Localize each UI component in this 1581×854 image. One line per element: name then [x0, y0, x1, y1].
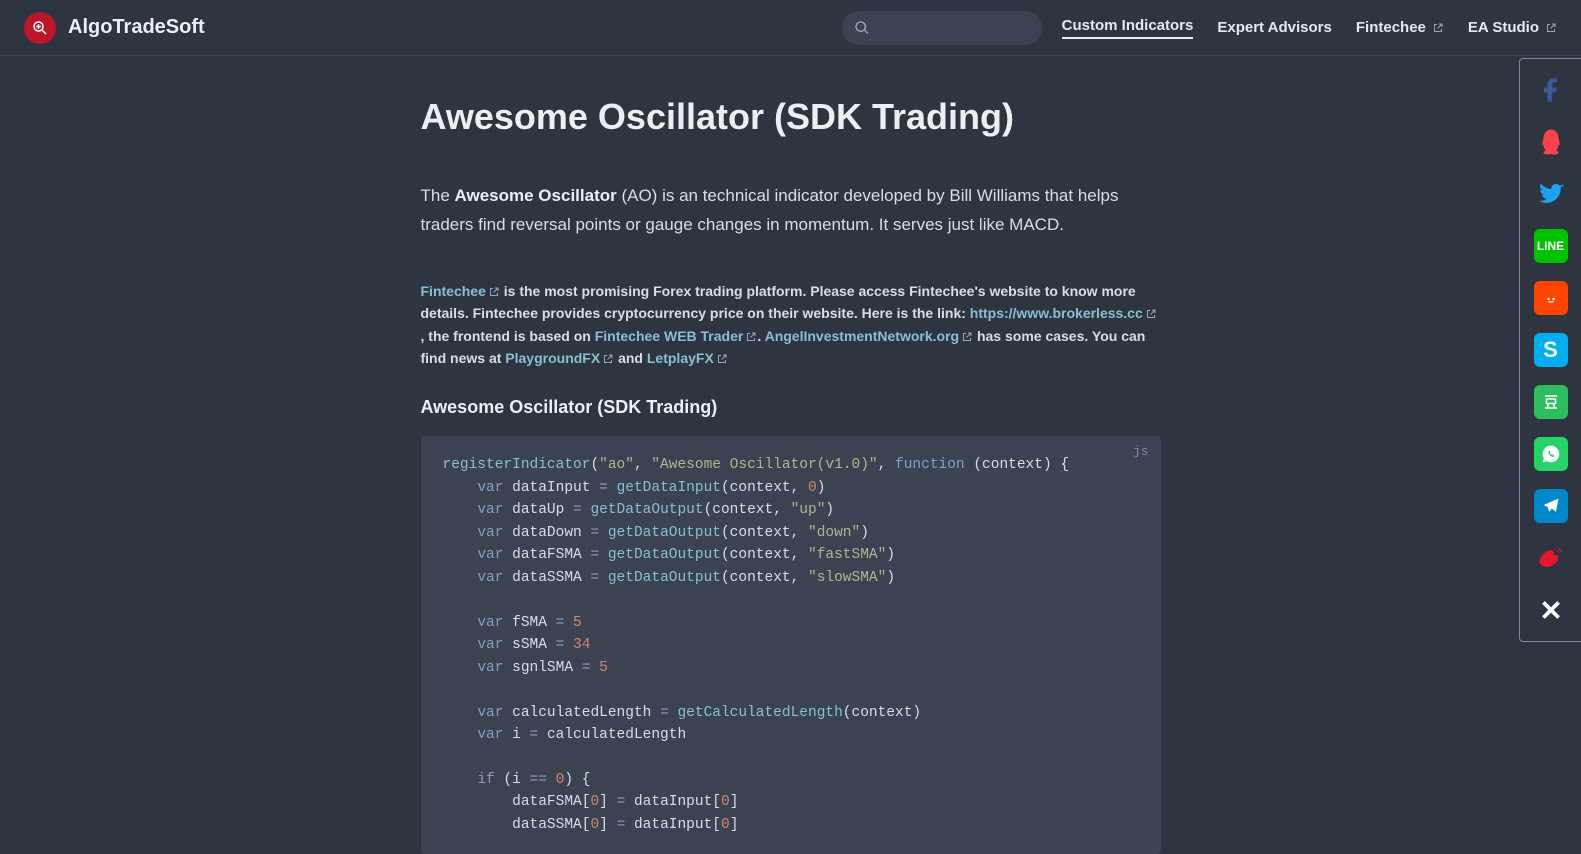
search-icon: [854, 20, 870, 36]
link-angel[interactable]: AngelInvestmentNetwork.org: [765, 328, 973, 344]
header: AlgoTradeSoft Custom Indicators Expert A…: [0, 0, 1581, 56]
section-heading: Awesome Oscillator (SDK Trading): [421, 397, 1161, 418]
external-link-icon: [1432, 22, 1444, 34]
nav-ea-studio[interactable]: EA Studio: [1468, 19, 1557, 36]
share-whatsapp-icon[interactable]: [1534, 437, 1568, 471]
share-reddit-icon[interactable]: [1534, 281, 1568, 315]
external-link-icon: [1145, 308, 1157, 320]
share-twitter-icon[interactable]: [1534, 177, 1568, 211]
logo[interactable]: AlgoTradeSoft: [24, 12, 205, 44]
share-telegram-icon[interactable]: [1534, 489, 1568, 523]
code-language-label: js: [1133, 444, 1149, 459]
close-icon[interactable]: [1534, 593, 1568, 627]
share-skype-icon[interactable]: S: [1534, 333, 1568, 367]
link-brokerless[interactable]: https://www.brokerless.cc: [970, 305, 1157, 321]
link-webtrader[interactable]: Fintechee WEB Trader: [595, 328, 758, 344]
external-link-icon: [961, 331, 973, 343]
brand-name: AlgoTradeSoft: [68, 16, 205, 39]
share-qq-icon[interactable]: [1534, 125, 1568, 159]
share-douban-icon[interactable]: [1534, 385, 1568, 419]
share-weibo-icon[interactable]: [1534, 541, 1568, 575]
nav-fintechee[interactable]: Fintechee: [1356, 19, 1444, 36]
page-title: Awesome Oscillator (SDK Trading): [421, 96, 1161, 138]
external-link-icon: [716, 353, 728, 365]
share-line-icon[interactable]: LINE: [1534, 229, 1568, 263]
code-block: js registerIndicator("ao", "Awesome Osci…: [421, 436, 1161, 854]
link-playgroundfx[interactable]: PlaygroundFX: [505, 350, 614, 366]
nav-expert-advisors[interactable]: Expert Advisors: [1217, 19, 1332, 36]
main-content: Awesome Oscillator (SDK Trading) The Awe…: [421, 56, 1161, 854]
link-letplayfx[interactable]: LetplayFX: [647, 350, 728, 366]
social-share-bar: LINE S: [1519, 58, 1581, 642]
search-input[interactable]: [842, 11, 1042, 45]
promo-paragraph: Fintechee is the most promising Forex tr…: [421, 280, 1161, 370]
share-facebook-icon[interactable]: [1534, 73, 1568, 107]
external-link-icon: [1545, 22, 1557, 34]
main-nav: Custom Indicators Expert Advisors Fintec…: [1062, 17, 1557, 39]
logo-icon: [24, 12, 56, 44]
link-fintechee[interactable]: Fintechee: [421, 283, 500, 299]
nav-custom-indicators[interactable]: Custom Indicators: [1062, 17, 1194, 39]
external-link-icon: [488, 286, 500, 298]
external-link-icon: [602, 353, 614, 365]
intro-paragraph: The Awesome Oscillator (AO) is an techni…: [421, 182, 1161, 240]
code-content: registerIndicator("ao", "Awesome Oscilla…: [443, 454, 1139, 836]
external-link-icon: [745, 331, 757, 343]
